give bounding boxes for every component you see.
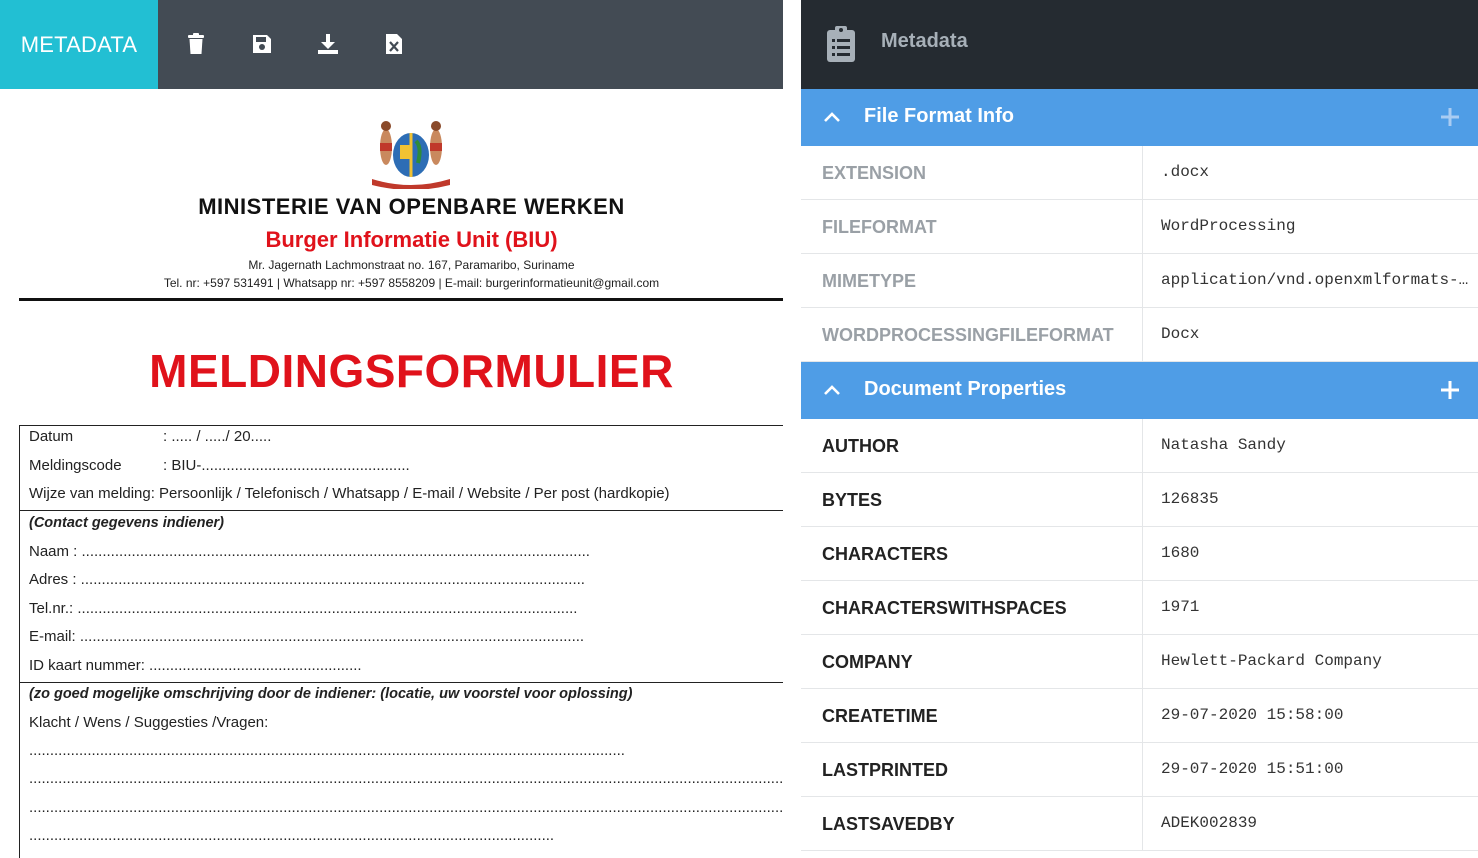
dots-line: ........................................…: [29, 799, 783, 816]
save-icon: [253, 35, 271, 53]
contact-heading: (Contact gegevens indiener): [29, 515, 224, 531]
metadata-value: WordProcessing: [1161, 217, 1296, 235]
metadata-row: CHARACTERS 1680: [801, 527, 1478, 581]
save-button[interactable]: [246, 28, 278, 60]
metadata-key: MIMETYPE: [822, 271, 917, 291]
metadata-key: WORDPROCESSINGFILEFORMAT: [822, 325, 1114, 345]
metadata-key: LASTSAVEDBY: [822, 814, 955, 834]
metadata-row: FILEFORMAT WordProcessing: [801, 200, 1478, 254]
dots-line: ........................................…: [29, 742, 625, 759]
metadata-key: LASTPRINTED: [822, 760, 948, 780]
metadata-value: Docx: [1161, 325, 1200, 343]
metadata-value: 29-07-2020 15:51:00: [1161, 760, 1344, 778]
excel-file-icon: [386, 34, 402, 54]
datum-label: Datum: [29, 428, 74, 445]
metadata-key: AUTHOR: [822, 436, 899, 456]
document-viewer: METADATA MINISTERIE VAN OPENBARE WERKEN …: [0, 0, 783, 858]
ministry-heading: MINISTERIE VAN OPENBARE WERKEN: [198, 194, 625, 219]
metadata-value: .docx: [1161, 163, 1210, 181]
delete-button[interactable]: [180, 28, 212, 60]
klacht-line: Klacht / Wens / Suggesties /Vragen:: [29, 714, 269, 731]
form-separator: [20, 682, 783, 683]
wijze-line: Wijze van melding: Persoonlijk / Telefon…: [29, 485, 670, 502]
contact-line: Tel. nr: +597 531491 | Whatsapp nr: +597…: [163, 276, 660, 290]
panel-title: Metadata: [881, 30, 968, 52]
chevron-up-icon: [824, 112, 840, 122]
section-file-format-info[interactable]: File Format Info: [801, 89, 1478, 146]
suriname-coat-of-arms: [372, 121, 450, 189]
section-title: Document Properties: [864, 378, 1067, 400]
metadata-value: application/vnd.openxmlformats-officedoc…: [1161, 271, 1472, 289]
omschrijving-heading: (zo goed mogelijke omschrijving door de …: [29, 686, 633, 702]
trash-icon: [188, 33, 204, 54]
export-excel-button[interactable]: [378, 28, 410, 60]
metadata-row: CHARACTERSWITHSPACES 1971: [801, 581, 1478, 635]
address-line: Mr. Jagernath Lachmonstraat no. 167, Par…: [248, 258, 575, 272]
metadata-row: AUTHOR Natasha Sandy: [801, 419, 1478, 473]
viewer-toolbar: METADATA: [0, 0, 783, 89]
adres-line: Adres : ................................…: [29, 571, 585, 588]
metadata-value: Hewlett-Packard Company: [1161, 652, 1382, 670]
chevron-up-icon: [824, 385, 840, 395]
metadata-value: 1971: [1161, 598, 1200, 616]
metadata-value: ADEK002839: [1161, 814, 1258, 832]
metadata-key: EXTENSION: [822, 163, 927, 183]
download-button[interactable]: [312, 28, 344, 60]
metadata-row: LASTSAVEDBY ADEK002839: [801, 797, 1478, 851]
metadata-key: CHARACTERS: [822, 544, 948, 564]
idkaart-line: ID kaart nummer: .......................…: [29, 657, 362, 674]
form-separator: [20, 510, 783, 511]
header-divider: [19, 298, 783, 301]
clipboard-list-icon: [827, 26, 855, 62]
unit-heading: Burger Informatie Unit (BIU): [265, 227, 558, 252]
metadata-row: MIMETYPE application/vnd.openxmlformats-…: [801, 254, 1478, 308]
dots-line: ........................................…: [29, 770, 783, 787]
code-label: Meldingscode: [29, 457, 122, 474]
document-page: MINISTERIE VAN OPENBARE WERKEN Burger In…: [0, 89, 783, 858]
metadata-key: COMPANY: [822, 652, 913, 672]
metadata-value: Natasha Sandy: [1161, 436, 1286, 454]
metadata-panel-header: Metadata: [801, 0, 1478, 89]
add-icon[interactable]: [1440, 380, 1460, 400]
metadata-key: CREATETIME: [822, 706, 938, 726]
metadata-key: FILEFORMAT: [822, 217, 937, 237]
tel-line: Tel.nr.: ...............................…: [29, 600, 578, 617]
metadata-value: 126835: [1161, 490, 1219, 508]
datum-value: : ..... / ...../ 20.....: [163, 428, 272, 445]
metadata-row: COMPANY Hewlett-Packard Company: [801, 635, 1478, 689]
metadata-row: CREATETIME 29-07-2020 15:58:00: [801, 689, 1478, 743]
metadata-row: LASTPRINTED 29-07-2020 15:51:00: [801, 743, 1478, 797]
add-icon[interactable]: [1440, 107, 1460, 127]
metadata-tab[interactable]: METADATA: [0, 0, 158, 89]
dots-line: ........................................…: [29, 827, 555, 844]
section-title: File Format Info: [864, 105, 1014, 127]
naam-line: Naam : .................................…: [29, 543, 590, 560]
form-title: MELDINGSFORMULIER: [149, 345, 674, 397]
metadata-row: EXTENSION .docx: [801, 146, 1478, 200]
section-document-properties[interactable]: Document Properties: [801, 362, 1478, 419]
metadata-key: CHARACTERSWITHSPACES: [822, 598, 1067, 618]
download-icon: [318, 34, 338, 54]
form-table: Datum : ..... / ...../ 20..... Meldingsc…: [19, 425, 783, 858]
metadata-row: BYTES 126835: [801, 473, 1478, 527]
email-line: E-mail: ................................…: [29, 628, 585, 645]
metadata-row: WORDPROCESSINGFILEFORMAT Docx: [801, 308, 1478, 362]
metadata-value: 29-07-2020 15:58:00: [1161, 706, 1344, 724]
metadata-value: 1680: [1161, 544, 1200, 562]
code-value: : BIU-..................................…: [163, 457, 410, 474]
metadata-panel: Metadata File Format Info EXTENSION .doc…: [801, 0, 1478, 858]
metadata-key: BYTES: [822, 490, 883, 510]
